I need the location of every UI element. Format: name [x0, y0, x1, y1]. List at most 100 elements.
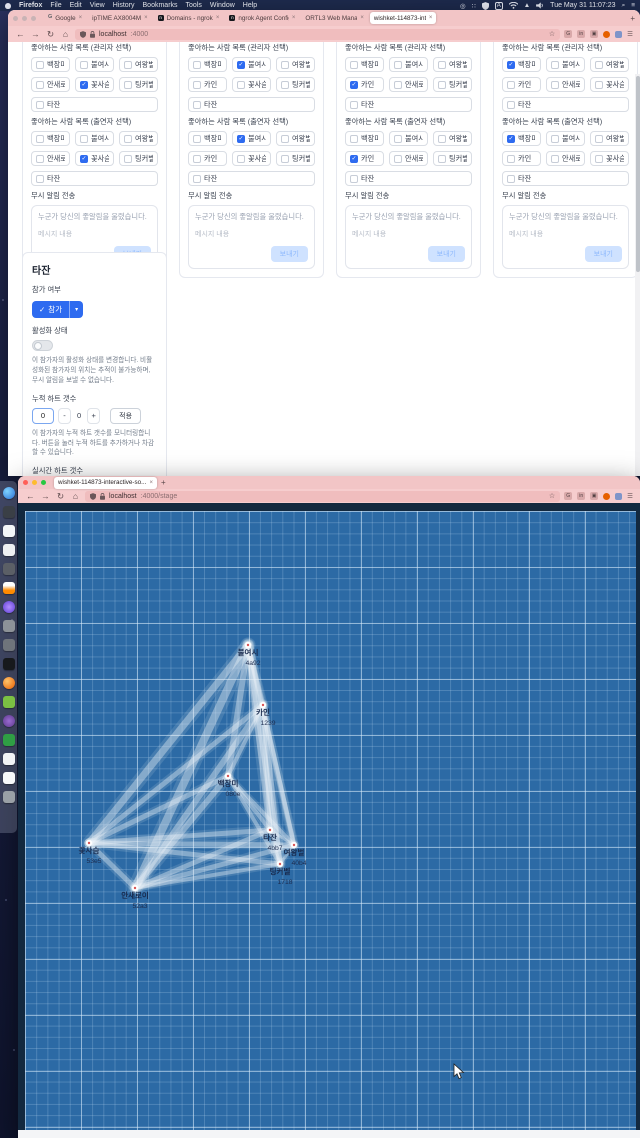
address-bar[interactable]: localhost:4000/stage ☆: [85, 491, 560, 502]
person-checkbox-7[interactable]: 타잔: [31, 171, 158, 186]
person-checkbox-4[interactable]: ✓카인: [345, 77, 384, 92]
pip-extension-icon[interactable]: ▣: [590, 492, 598, 500]
extensions-puzzle-icon[interactable]: [615, 493, 622, 500]
tab-google[interactable]: GGoogle×: [44, 12, 86, 24]
reload-button[interactable]: ↻: [45, 29, 56, 40]
person-checkbox-5[interactable]: ✓꽃사슴: [75, 151, 114, 166]
checkbox[interactable]: [551, 81, 559, 89]
menu-tools[interactable]: Tools: [186, 2, 202, 9]
input-source-icon[interactable]: A: [495, 2, 503, 10]
checkbox[interactable]: [595, 155, 603, 163]
checkbox-checked[interactable]: ✓: [350, 81, 358, 89]
dock-photobooth-icon[interactable]: [3, 620, 15, 632]
person-checkbox-1[interactable]: 백장미: [31, 57, 70, 72]
app-menu-icon[interactable]: ☰: [627, 30, 633, 38]
checkbox[interactable]: [551, 135, 559, 143]
checkbox[interactable]: [438, 61, 446, 69]
back-button[interactable]: ←: [25, 491, 36, 501]
scrollbar-thumb[interactable]: [636, 76, 640, 272]
person-checkbox-5[interactable]: 꽃사슴: [232, 77, 271, 92]
close-window-button[interactable]: [13, 16, 18, 21]
person-checkbox-7[interactable]: 타잔: [188, 97, 315, 112]
page-info-icon[interactable]: [100, 493, 105, 500]
person-checkbox-2[interactable]: 불여시: [75, 57, 114, 72]
person-checkbox-2[interactable]: 불여시: [546, 57, 585, 72]
heart-total-input[interactable]: 0: [32, 408, 54, 424]
bookmark-star-icon[interactable]: ☆: [549, 30, 555, 38]
checkbox[interactable]: [394, 135, 402, 143]
checkbox[interactable]: [281, 155, 289, 163]
stage-canvas[interactable]: 불여시4a92카인1239백장미080e타잔4bb7여왕벌40b4팅커벨1718…: [18, 503, 640, 1138]
person-checkbox-3[interactable]: 여왕벌: [590, 131, 629, 146]
apply-button[interactable]: 적용: [110, 408, 141, 424]
reload-button[interactable]: ↻: [55, 491, 66, 502]
close-icon[interactable]: ×: [79, 15, 83, 21]
checkbox[interactable]: [124, 61, 132, 69]
dock-terminal-icon[interactable]: [3, 506, 15, 518]
close-icon[interactable]: ×: [429, 15, 433, 21]
checkbox[interactable]: [551, 61, 559, 69]
checkbox[interactable]: [193, 155, 201, 163]
person-checkbox-7[interactable]: 타잔: [502, 171, 629, 186]
app-menu-icon[interactable]: ☰: [627, 492, 633, 500]
checkbox-checked[interactable]: ✓: [237, 61, 245, 69]
person-checkbox-7[interactable]: 타잔: [502, 97, 629, 112]
checkbox[interactable]: [36, 81, 44, 89]
checkbox[interactable]: [438, 135, 446, 143]
back-button[interactable]: ←: [15, 29, 26, 39]
checkbox[interactable]: [281, 61, 289, 69]
translate-extension-icon[interactable]: G: [564, 30, 572, 38]
person-checkbox-2[interactable]: ✓불여시: [232, 57, 271, 72]
person-checkbox-1[interactable]: 백장미: [188, 57, 227, 72]
person-checkbox-4[interactable]: 카인: [188, 77, 227, 92]
volume-icon[interactable]: [536, 2, 544, 9]
firefox-account-icon[interactable]: [603, 31, 610, 38]
checkbox[interactable]: [36, 155, 44, 163]
person-checkbox-3[interactable]: 여왕벌: [590, 57, 629, 72]
menu-file[interactable]: File: [50, 2, 61, 9]
checkbox-checked[interactable]: ✓: [80, 155, 88, 163]
person-checkbox-7[interactable]: 타잔: [31, 97, 158, 112]
home-button[interactable]: ⌂: [60, 29, 71, 39]
person-checkbox-6[interactable]: 팅커벨: [119, 151, 158, 166]
person-checkbox-7[interactable]: 타잔: [345, 97, 472, 112]
scrollbar[interactable]: [635, 74, 640, 476]
send-button[interactable]: 보내기: [585, 246, 622, 262]
person-checkbox-2[interactable]: 불여시: [389, 131, 428, 146]
person-checkbox-3[interactable]: 여왕벌: [119, 131, 158, 146]
person-checkbox-6[interactable]: 팅커벨: [276, 151, 315, 166]
checkbox[interactable]: [438, 81, 446, 89]
shield-icon[interactable]: [482, 2, 489, 10]
person-checkbox-2[interactable]: 불여시: [546, 131, 585, 146]
checkbox[interactable]: [438, 155, 446, 163]
checkbox[interactable]: [237, 155, 245, 163]
checkbox-checked[interactable]: ✓: [80, 81, 88, 89]
send-button[interactable]: 보내기: [271, 246, 308, 262]
checkbox[interactable]: [80, 135, 88, 143]
checkbox[interactable]: [507, 175, 515, 183]
tracking-shield-icon[interactable]: [90, 493, 96, 500]
close-icon[interactable]: ×: [360, 15, 364, 21]
record-status-icon[interactable]: ◎: [460, 2, 466, 10]
dock-notes-icon[interactable]: [3, 563, 15, 575]
eject-icon[interactable]: ▲: [524, 2, 530, 9]
menu-view[interactable]: View: [90, 2, 105, 9]
checkbox[interactable]: [350, 61, 358, 69]
person-checkbox-2[interactable]: 불여시: [389, 57, 428, 72]
checkbox[interactable]: [350, 101, 358, 109]
person-checkbox-4[interactable]: 안새로이: [31, 151, 70, 166]
dock-docs-icon[interactable]: [3, 753, 15, 765]
person-checkbox-1[interactable]: ✓백장미: [502, 131, 541, 146]
checkbox[interactable]: [350, 135, 358, 143]
wifi-icon[interactable]: [509, 2, 518, 9]
person-checkbox-7[interactable]: 타잔: [188, 171, 315, 186]
person-checkbox-4[interactable]: 카인: [188, 151, 227, 166]
checkbox[interactable]: [193, 61, 201, 69]
person-checkbox-4[interactable]: 카인: [502, 151, 541, 166]
forward-button[interactable]: →: [40, 491, 51, 501]
person-checkbox-3[interactable]: 여왕벌: [276, 57, 315, 72]
menu-window[interactable]: Window: [210, 2, 235, 9]
checkbox-checked[interactable]: ✓: [350, 155, 358, 163]
dock-doc-red-icon[interactable]: [3, 772, 15, 784]
checkbox[interactable]: [36, 175, 44, 183]
